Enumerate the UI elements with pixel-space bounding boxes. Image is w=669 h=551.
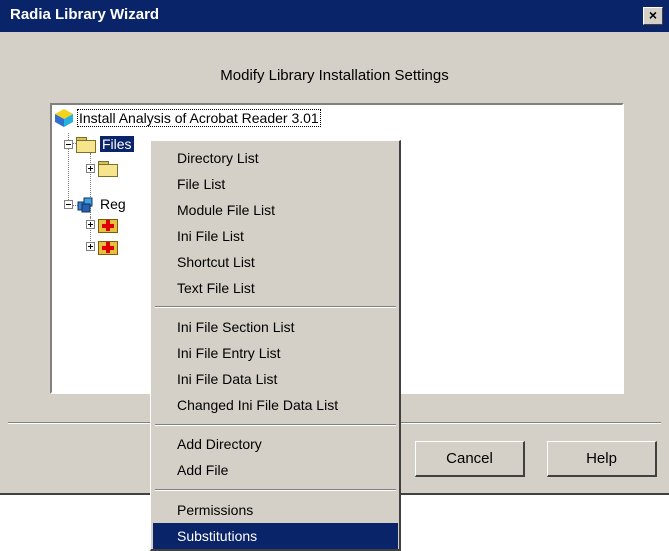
tree-item-files[interactable]: Files [64,133,134,155]
registry-icon [77,197,93,213]
menu-item-ini-file-list[interactable]: Ini File List [153,223,398,249]
help-button[interactable]: Help [547,441,657,477]
folder-icon [76,136,96,153]
menu-item-changed-ini-file-data-list[interactable]: Changed Ini File Data List [153,392,398,418]
menu-item-substitutions[interactable]: Substitutions [153,523,398,549]
title-bar[interactable]: Radia Library Wizard × [0,0,669,32]
collapse-icon[interactable] [64,199,73,209]
close-icon: × [648,7,658,23]
expand-icon[interactable] [86,241,95,251]
menu-separator [155,424,396,426]
menu-item-add-directory[interactable]: Add Directory [153,431,398,457]
expand-icon[interactable] [86,163,95,173]
menu-item-add-file[interactable]: Add File [153,457,398,483]
tree-root-label: Install Analysis of Acrobat Reader 3.01 [77,109,321,127]
menu-item-text-file-list[interactable]: Text File List [153,275,398,301]
tree-item-files-label: Files [100,136,134,152]
registry-folder-icon [98,216,118,233]
menu-item-shortcut-list[interactable]: Shortcut List [153,249,398,275]
window-title: Radia Library Wizard [10,6,160,23]
tree-item-registry-child[interactable] [86,235,122,257]
menu-item-module-file-list[interactable]: Module File List [153,197,398,223]
menu-item-ini-file-entry-list[interactable]: Ini File Entry List [153,340,398,366]
menu-item-file-list[interactable]: File List [153,171,398,197]
menu-item-directory-list[interactable]: Directory List [153,145,398,171]
menu-item-ini-file-section-list[interactable]: Ini File Section List [153,314,398,340]
tree-item-registry[interactable]: Reg [64,193,126,215]
cancel-button[interactable]: Cancel [415,441,525,477]
menu-item-permissions[interactable]: Permissions [153,497,398,523]
tree-root-row[interactable]: Install Analysis of Acrobat Reader 3.01 [54,107,321,129]
tree-item-registry-child[interactable] [86,213,122,235]
tree-item-files-child[interactable] [86,157,122,179]
menu-separator [155,306,396,308]
menu-separator [155,489,396,491]
dialog-heading: Modify Library Installation Settings [220,67,449,84]
expand-icon[interactable] [86,219,95,229]
context-menu: Directory List File List Module File Lis… [150,140,401,551]
tree-item-registry-label: Reg [100,196,126,212]
close-button[interactable]: × [643,7,663,25]
registry-folder-icon [98,238,118,255]
menu-item-ini-file-data-list[interactable]: Ini File Data List [153,366,398,392]
app-package-icon [55,109,73,127]
folder-icon [98,160,118,177]
collapse-icon[interactable] [64,139,73,149]
